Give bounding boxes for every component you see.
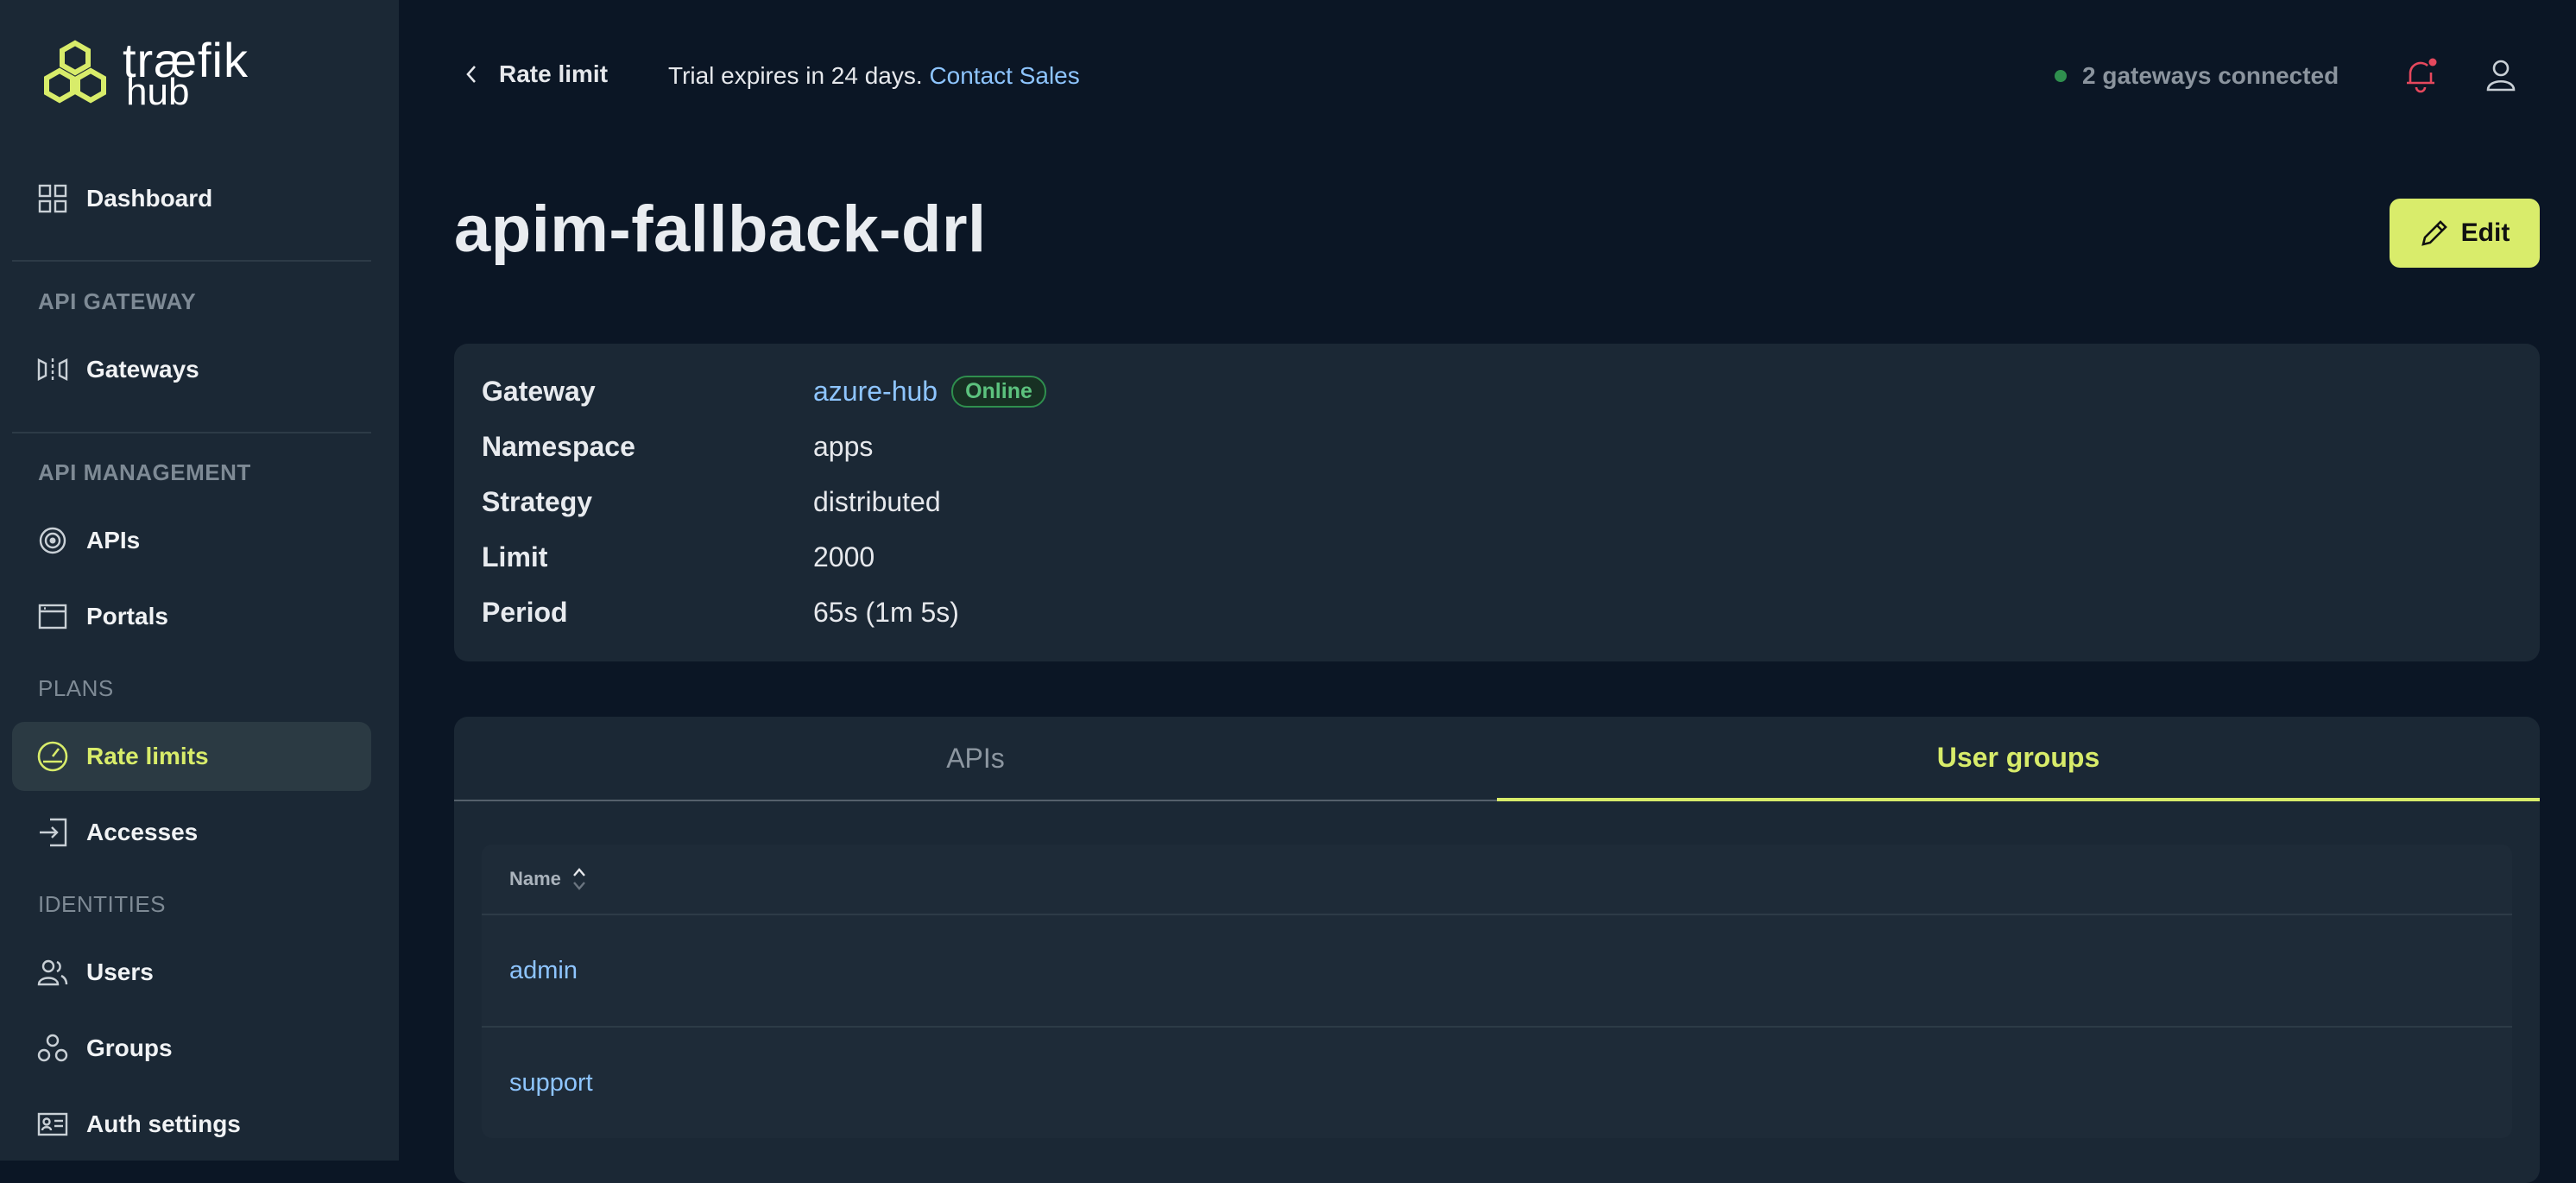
pencil-icon (2421, 220, 2447, 246)
sidebar-item-dashboard[interactable]: Dashboard (12, 164, 371, 233)
sort-icon (573, 868, 585, 890)
sidebar-item-gateways[interactable]: Gateways (12, 335, 371, 404)
gateways-status-text: 2 gateways connected (2082, 62, 2339, 89)
detail-row-gateway: Gateway azure-hub Online (482, 370, 1046, 413)
tab-user-groups[interactable]: User groups (1497, 717, 2540, 801)
sidebar-item-label: Users (86, 958, 154, 985)
gateway-icon (36, 353, 69, 386)
apis-target-icon (36, 524, 69, 557)
contact-sales-link[interactable]: Contact Sales (929, 62, 1079, 89)
groups-icon (36, 1032, 69, 1065)
users-icon (36, 956, 69, 989)
sidebar-item-label: Rate limits (86, 743, 209, 769)
status-badge: Online (951, 375, 1046, 408)
chevron-left-icon (466, 66, 476, 83)
trial-text: Trial expires in 24 days. (668, 62, 923, 89)
logo-text-bottom: hub (126, 71, 190, 113)
top-bar: Rate limit Trial expires in 24 days. Con… (399, 0, 2576, 155)
section-label-plans: PLANS (38, 675, 114, 701)
detail-key: Strategy (482, 485, 593, 517)
user-profile-icon[interactable] (2486, 59, 2516, 96)
table-header[interactable]: Name (482, 845, 2512, 915)
back-link-label: Rate limit (499, 60, 609, 87)
sidebar-divider (12, 432, 371, 433)
sidebar-item-label: Portals (86, 603, 168, 629)
portal-window-icon (36, 600, 69, 633)
sidebar-item-portals[interactable]: Portals (12, 582, 371, 651)
sidebar-divider (12, 260, 371, 262)
detail-key: Namespace (482, 430, 635, 462)
detail-row-limit: Limit 2000 (482, 535, 874, 579)
section-label-api-gateway: API GATEWAY (38, 288, 197, 314)
detail-value: distributed (813, 485, 941, 517)
sidebar: træfik hub Dashboard API GATEWAY Gateway… (0, 0, 399, 1161)
detail-row-namespace: Namespace apps (482, 425, 873, 468)
detail-key: Limit (482, 541, 548, 573)
sign-in-icon (36, 816, 69, 849)
tab-apis[interactable]: APIs (454, 717, 1497, 801)
sidebar-item-auth-settings[interactable]: Auth settings (12, 1090, 371, 1159)
sidebar-item-accesses[interactable]: Accesses (12, 798, 371, 867)
dashboard-grid-icon (36, 182, 69, 215)
tabs-card: APIs User groups Name admin support (454, 717, 2540, 1183)
sidebar-item-label: APIs (86, 527, 141, 554)
row-link-admin[interactable]: admin (509, 957, 578, 985)
gateways-status[interactable]: 2 gateways connected (2055, 62, 2339, 90)
hexagon-logo-icon (44, 40, 106, 104)
id-card-icon (36, 1108, 69, 1141)
sidebar-item-label: Gateways (86, 356, 199, 383)
row-link-support[interactable]: support (509, 1069, 593, 1098)
edit-button[interactable]: Edit (2390, 199, 2540, 268)
sidebar-item-label: Accesses (86, 819, 199, 845)
traefik-hub-logo[interactable]: træfik hub (38, 33, 262, 113)
page-title: apim-fallback-drl (454, 193, 987, 266)
sidebar-item-users[interactable]: Users (12, 938, 371, 1007)
detail-key: Gateway (482, 375, 596, 407)
table-row[interactable]: support (482, 1028, 2512, 1138)
sidebar-item-label: Dashboard (86, 185, 213, 212)
section-label-identities: IDENTITIES (38, 891, 167, 917)
gauge-icon (36, 740, 69, 773)
detail-row-period: Period 65s (1m 5s) (482, 591, 959, 634)
back-link[interactable]: Rate limit (464, 60, 608, 88)
detail-value: 2000 (813, 541, 875, 573)
column-header-name: Name (509, 868, 561, 889)
trial-notice: Trial expires in 24 days. Contact Sales (668, 62, 1080, 90)
gateway-link[interactable]: azure-hub (813, 376, 938, 408)
user-groups-table: Name admin support (482, 845, 2512, 1138)
sidebar-item-label: Auth settings (86, 1110, 241, 1137)
sidebar-item-label: Groups (86, 1034, 173, 1061)
detail-row-strategy: Strategy distributed (482, 480, 941, 523)
detail-value: 65s (1m 5s) (813, 596, 959, 628)
detail-value: apps (813, 430, 874, 462)
details-card: Gateway azure-hub Online Namespace apps … (454, 344, 2540, 661)
sidebar-item-apis[interactable]: APIs (12, 506, 371, 575)
table-row[interactable]: admin (482, 915, 2512, 1028)
section-label-api-management: API MANAGEMENT (38, 459, 251, 485)
sidebar-item-groups[interactable]: Groups (12, 1014, 371, 1083)
edit-button-label: Edit (2460, 218, 2510, 247)
status-dot-icon (2055, 70, 2067, 82)
sidebar-item-rate-limits[interactable]: Rate limits (12, 722, 371, 791)
detail-key: Period (482, 596, 568, 628)
notifications-bell-icon[interactable] (2403, 57, 2438, 98)
